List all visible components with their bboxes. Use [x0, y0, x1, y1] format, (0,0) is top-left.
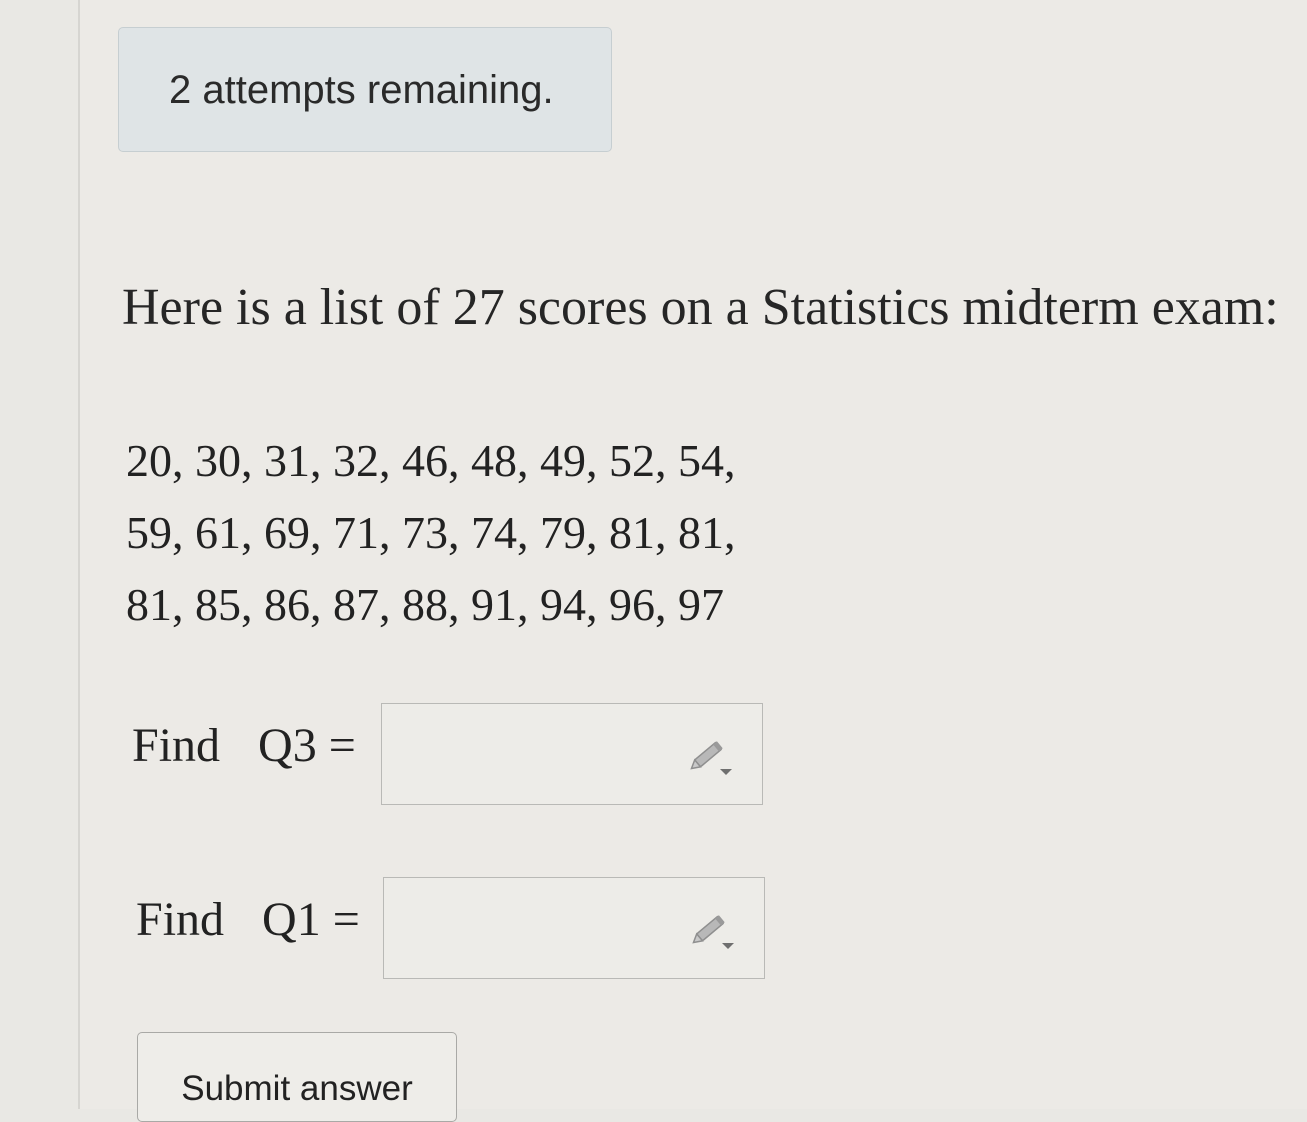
question-prompt: Here is a list of 27 scores on a Statist… — [122, 279, 1279, 336]
scores-line: 20, 30, 31, 32, 46, 48, 49, 52, 54, — [126, 435, 736, 486]
q1-find-text: Find — [136, 893, 225, 946]
q3-answer-input[interactable] — [381, 703, 763, 805]
q3-label: Find Q3 = — [132, 718, 356, 773]
scores-list: 20, 30, 31, 32, 46, 48, 49, 52, 54, 59, … — [126, 425, 736, 641]
q1-symbol: Q1 = — [262, 893, 360, 946]
q3-find-text: Find — [132, 719, 221, 772]
attempts-text: 2 attempts remaining. — [169, 68, 554, 112]
q1-answer-input[interactable] — [383, 877, 765, 979]
pencil-dropdown-icon[interactable] — [690, 908, 736, 952]
q3-symbol: Q3 = — [258, 719, 356, 772]
attempts-notice: 2 attempts remaining. — [118, 27, 612, 152]
scores-line: 59, 61, 69, 71, 73, 74, 79, 81, 81, — [126, 507, 736, 558]
q1-label: Find Q1 = — [136, 892, 360, 947]
scores-line: 81, 85, 86, 87, 88, 91, 94, 96, 97 — [126, 579, 724, 630]
pencil-dropdown-icon[interactable] — [688, 734, 734, 778]
